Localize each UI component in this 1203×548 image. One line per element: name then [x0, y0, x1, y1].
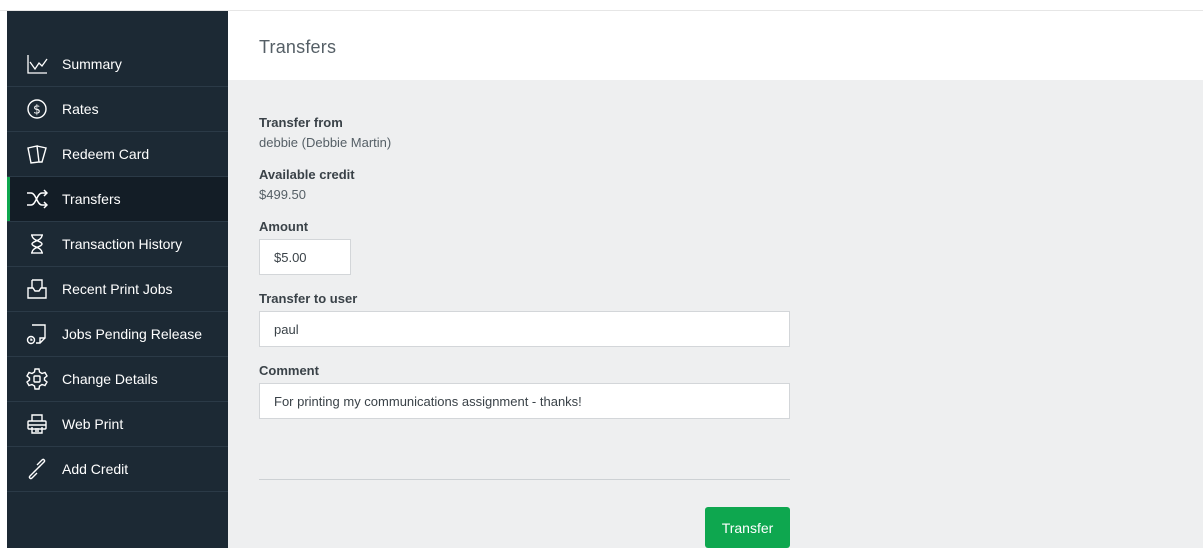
- cards-icon: [26, 143, 48, 165]
- sidebar: Summary $ Rates Redeem Card Transfers Tr…: [7, 11, 228, 548]
- transfer-from-label: Transfer from: [259, 115, 343, 130]
- amount-input[interactable]: [259, 239, 351, 275]
- form-divider: [259, 479, 790, 480]
- page-title: Transfers: [259, 37, 337, 57]
- available-credit-group: Available credit $499.50: [259, 167, 790, 203]
- transfer-button[interactable]: Transfer: [705, 507, 790, 548]
- hourglass-icon: [26, 233, 48, 255]
- sidebar-item-redeem-card[interactable]: Redeem Card: [7, 132, 228, 177]
- page-header: Transfers: [228, 11, 1203, 80]
- sidebar-item-label: Rates: [62, 101, 99, 117]
- sidebar-item-jobs-pending-release[interactable]: Jobs Pending Release: [7, 312, 228, 357]
- comment-input[interactable]: [259, 383, 790, 419]
- available-credit-value: $499.50: [259, 187, 306, 202]
- amount-group: Amount: [259, 219, 790, 275]
- available-credit-label: Available credit: [259, 167, 355, 182]
- svg-text:$: $: [33, 103, 41, 117]
- dollar-circle-icon: $: [26, 98, 48, 120]
- sidebar-item-label: Jobs Pending Release: [62, 326, 203, 342]
- sidebar-item-transaction-history[interactable]: Transaction History: [7, 222, 228, 267]
- comment-group: Comment: [259, 363, 790, 419]
- line-chart-icon: [26, 53, 48, 75]
- sidebar-item-label: Transfers: [62, 191, 121, 207]
- sidebar-item-web-print[interactable]: Web Print: [7, 402, 228, 447]
- sidebar-item-label: Add Credit: [62, 461, 129, 477]
- sidebar-nav: Summary $ Rates Redeem Card Transfers Tr…: [7, 41, 228, 492]
- gear-icon: [26, 368, 48, 390]
- transfer-form: Transfer from debbie (Debbie Martin) Ava…: [259, 115, 790, 435]
- sidebar-item-add-credit[interactable]: Add Credit: [7, 447, 228, 492]
- sidebar-item-change-details[interactable]: Change Details: [7, 357, 228, 402]
- sidebar-item-label: Redeem Card: [62, 146, 150, 162]
- transfer-to-label: Transfer to user: [259, 291, 358, 306]
- transfer-from-group: Transfer from debbie (Debbie Martin): [259, 115, 790, 151]
- transfer-to-group: Transfer to user: [259, 291, 790, 347]
- printer-tray-icon: [26, 278, 48, 300]
- sidebar-item-label: Web Print: [62, 416, 124, 432]
- comment-label: Comment: [259, 363, 319, 378]
- link-icon: [26, 458, 48, 480]
- sidebar-item-transfers[interactable]: Transfers: [7, 177, 228, 222]
- sidebar-item-rates[interactable]: $ Rates: [7, 87, 228, 132]
- sidebar-item-recent-print-jobs[interactable]: Recent Print Jobs: [7, 267, 228, 312]
- pending-doc-icon: [26, 323, 48, 345]
- transfer-to-input[interactable]: [259, 311, 790, 347]
- app-window: Summary $ Rates Redeem Card Transfers Tr…: [0, 0, 1203, 548]
- shuffle-icon: [26, 188, 48, 210]
- amount-label: Amount: [259, 219, 309, 234]
- sidebar-item-label: Change Details: [62, 371, 158, 387]
- transfer-from-value: debbie (Debbie Martin): [259, 135, 392, 150]
- main-content: Transfer from debbie (Debbie Martin) Ava…: [228, 80, 1203, 548]
- sidebar-item-summary[interactable]: Summary: [7, 41, 228, 87]
- sidebar-item-label: Transaction History: [62, 236, 183, 252]
- sidebar-item-label: Recent Print Jobs: [62, 281, 173, 297]
- printer-icon: [26, 413, 48, 435]
- sidebar-item-label: Summary: [62, 55, 122, 72]
